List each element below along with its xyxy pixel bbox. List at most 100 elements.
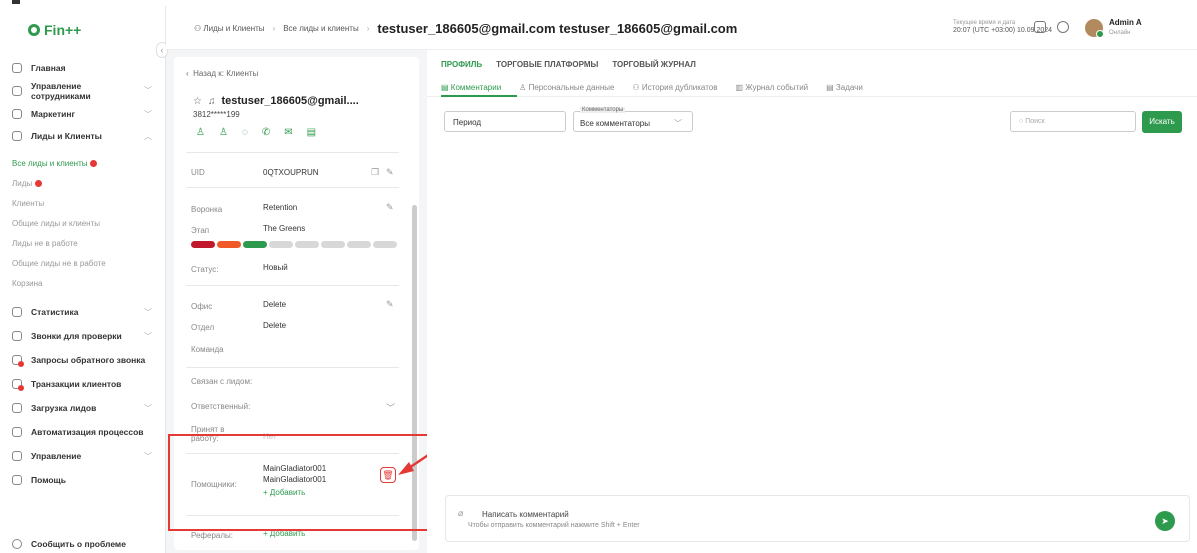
uid-value: 0QTXOUPRUN — [263, 168, 319, 177]
client-phone: 3812*****199 — [193, 110, 240, 119]
sidebar-item-upload[interactable]: Загрузка лидов ﹀ — [0, 396, 166, 420]
back-link[interactable]: ‹ Назад к: Клиенты — [186, 69, 258, 78]
star-icon[interactable]: ☆ — [193, 96, 202, 107]
notifications-icon[interactable] — [1057, 21, 1069, 33]
chat-icon[interactable]: ◌ — [242, 127, 248, 138]
breadcrumb-leads[interactable]: ⚇ Лиды и Клиенты — [194, 24, 265, 33]
sub-label: Все лиды и клиенты — [12, 159, 88, 168]
period-field[interactable]: Период — [444, 111, 566, 132]
add-user-icon[interactable]: ♙ — [196, 127, 205, 138]
leads-icon — [12, 131, 22, 141]
tab-duplicates[interactable]: ⚇ История дубликатов — [632, 83, 717, 92]
sidebar-item-home[interactable]: Главная — [0, 58, 166, 78]
sidebar-item-calls[interactable]: Звонки для проверки ﹀ — [0, 324, 166, 348]
pencil-icon[interactable]: ✎ — [386, 299, 394, 310]
app-logo[interactable]: Fin++ — [28, 22, 81, 38]
tab-comments[interactable]: ▤ Комментарии — [441, 83, 501, 92]
assign-user-icon[interactable]: ♙ — [219, 127, 228, 138]
search-input[interactable]: ○ Поиск — [1010, 111, 1136, 132]
logo-text: Fin++ — [44, 22, 82, 38]
sidebar-sub-all-leads[interactable]: Все лиды и клиенты — [0, 154, 166, 174]
user-name[interactable]: Admin A Онлайн — [1109, 18, 1142, 38]
search-button[interactable]: Искать — [1142, 111, 1182, 133]
chevron-down-icon: ﹀ — [144, 331, 152, 341]
sidebar-item-automation[interactable]: Автоматизация процессов — [0, 420, 166, 444]
sidebar-sub-not-working[interactable]: Лиды не в работе — [0, 234, 166, 254]
sidebar-item-label: Лиды и Клиенты — [31, 131, 102, 141]
tab-personal[interactable]: ♙ Персональные данные — [519, 83, 614, 92]
sidebar-item-management[interactable]: Управление ﹀ — [0, 444, 166, 468]
office-label: Офис — [191, 302, 213, 311]
chevron-down-icon: ﹀ — [144, 403, 152, 413]
referrals-label: Рефералы: — [191, 531, 234, 540]
tab-events[interactable]: ▥ Журнал событий — [735, 83, 808, 92]
sidebar-sub-shared[interactable]: Общие лиды и клиенты — [0, 214, 166, 234]
send-button[interactable]: ➤ — [1155, 511, 1175, 531]
sidebar-sub-leads[interactable]: Лиды — [0, 174, 166, 194]
report-label: Сообщить о проблеме — [31, 539, 126, 549]
sidebar-item-employees[interactable]: Управление сотрудниками ﹀ — [0, 78, 166, 104]
sidebar-item-label: Управление — [31, 451, 82, 461]
report-problem-link[interactable]: Сообщить о проблеме — [12, 539, 126, 549]
sidebar-item-help[interactable]: Помощь — [0, 468, 166, 492]
sidebar-item-label: Маркетинг — [31, 109, 76, 119]
sidebar-item-label: Главная — [31, 63, 66, 73]
chevron-down-icon: ﹀ — [144, 86, 152, 95]
upload-icon — [12, 403, 22, 413]
header: ⚇ Лиды и Клиенты › Все лиды и клиенты › te… — [166, 6, 1197, 50]
bell-icon[interactable]: ♫ — [208, 96, 216, 107]
breadcrumb: ⚇ Лиды и Клиенты › Все лиды и клиенты › te… — [194, 21, 738, 36]
commentators-label: Комментаторы — [580, 107, 626, 113]
sidebar-item-label: Автоматизация процессов — [31, 427, 144, 437]
sidebar-item-transactions[interactable]: Транзакции клиентов — [0, 372, 166, 396]
sidebar-sub-clients[interactable]: Клиенты — [0, 194, 166, 214]
stage-progress[interactable] — [191, 241, 397, 248]
client-actions: ♙ ♙ ◌ ✆ ✉ ▤ — [196, 127, 316, 138]
chevron-down-icon: ﹀ — [144, 451, 152, 461]
top-mark — [12, 0, 20, 4]
sidebar-item-leads[interactable]: Лиды и Клиенты ︿ — [0, 124, 166, 148]
linked-label: Связан с лидом: — [191, 377, 253, 386]
pencil-icon[interactable]: ✎ — [386, 202, 394, 213]
tab-platforms[interactable]: ТОРГОВЫЕ ПЛАТФОРМЫ — [496, 60, 598, 69]
tab-journal[interactable]: ТОРГОВЫЙ ЖУРНАЛ — [612, 60, 696, 69]
calendar-icon[interactable] — [1034, 21, 1046, 33]
call-icon[interactable]: ✆ — [262, 127, 270, 138]
comment-composer[interactable]: ⌀ Написать комментарий Чтобы отправить к… — [445, 495, 1190, 542]
note-icon[interactable]: ▤ — [307, 127, 316, 138]
highlight-box — [168, 434, 469, 531]
phone-icon — [12, 331, 22, 341]
sidebar-item-callbacks[interactable]: Запросы обратного звонка — [0, 348, 166, 372]
sidebar-sub-shared-not-working[interactable]: Общие лиды не в работе — [0, 254, 166, 274]
sidebar-item-label: Помощь — [31, 475, 66, 485]
commentators-value: Все комментаторы — [580, 119, 650, 128]
sub-label: Лиды — [12, 179, 33, 188]
search-icon: ○ — [1019, 118, 1024, 125]
chevron-down-icon: ﹀ — [144, 307, 152, 317]
status-value: Новый — [263, 263, 288, 272]
sidebar: Fin++ ‹ Главная Управление сотрудниками ﹀… — [0, 6, 168, 553]
pencil-icon[interactable]: ✎ — [386, 167, 394, 178]
copy-icon[interactable]: ❐ — [371, 167, 379, 178]
team-label: Команда — [191, 345, 224, 354]
funnel-label: Воронка — [191, 205, 223, 214]
breadcrumb-all[interactable]: Все лиды и клиенты — [283, 24, 358, 33]
chevron-down-icon[interactable]: ﹀ — [386, 401, 395, 414]
chevron-down-icon: ﹀ — [144, 109, 152, 119]
attach-icon[interactable]: ⌀ — [458, 508, 463, 519]
logo-icon — [28, 24, 40, 36]
callback-icon — [12, 355, 24, 367]
email-icon[interactable]: ✉ — [284, 127, 292, 138]
employees-icon — [12, 86, 22, 96]
funnel-value: Retention — [263, 203, 298, 212]
tab-tasks[interactable]: ▤ Задачи — [826, 83, 863, 92]
sidebar-sub-trash[interactable]: Корзина — [0, 274, 166, 294]
avatar[interactable] — [1085, 19, 1104, 38]
sidebar-item-label: Звонки для проверки — [31, 331, 122, 341]
home-icon — [12, 63, 22, 73]
sidebar-item-marketing[interactable]: Маркетинг ﹀ — [0, 104, 166, 124]
sidebar-item-statistics[interactable]: Статистика ﹀ — [0, 300, 166, 324]
commentators-select[interactable]: Комментаторы Все комментаторы ﹀ — [573, 107, 693, 132]
sidebar-item-label: Транзакции клиентов — [31, 379, 122, 389]
tab-profile[interactable]: ПРОФИЛЬ — [441, 60, 482, 69]
